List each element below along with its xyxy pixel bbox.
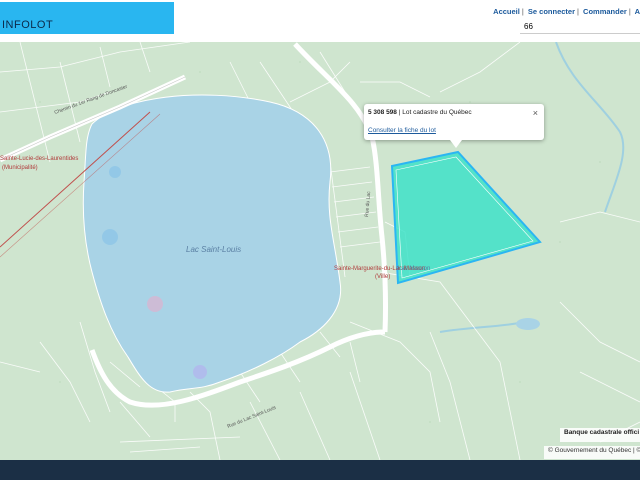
top-navigation: Accueil | Se connecter | Commander | A [493, 7, 640, 16]
town-type-label: (Ville) [375, 274, 390, 280]
nav-a-link[interactable]: A [635, 7, 640, 16]
search-input[interactable] [520, 20, 640, 34]
map-canvas[interactable]: Chemin du 1er Rang de Doncaster Rue du L… [0, 42, 640, 460]
lake-masson-label: Lac Masson [398, 266, 430, 272]
popup-pointer [450, 140, 462, 148]
lot-number: 5 308 598 [368, 109, 397, 116]
nav-commander-link[interactable]: Commander [583, 7, 627, 16]
nav-separator: | [628, 7, 631, 16]
municipality-label: Sainte-Lucie-des-Laurentides [0, 156, 78, 162]
app-header: INFOLOT Accueil | Se connecter | Commander… [0, 0, 640, 42]
copyright-attribution: © Gouvernement du Québec | © [544, 446, 640, 459]
logo-text[interactable]: INFOLOT [2, 19, 53, 31]
pond [516, 318, 540, 330]
map-view[interactable]: Chemin du 1er Rang de Doncaster Rue du L… [0, 42, 640, 460]
footer-bar [0, 460, 640, 480]
close-icon[interactable]: × [533, 108, 538, 118]
nav-separator: | [521, 7, 524, 16]
data-source-attribution: Banque cadastrale offici [560, 428, 640, 442]
nav-se-connecter-link[interactable]: Se connecter [528, 7, 575, 16]
lot-type: | Lot cadastre du Québec [398, 109, 472, 116]
lake-label: Lac Saint-Louis [186, 245, 241, 254]
municipality-type-label: (Municipalité) [2, 165, 38, 171]
lot-info-popup: 5 308 598 | Lot cadastre du Québec × Con… [364, 104, 544, 148]
popup-title: 5 308 598 | Lot cadastre du Québec [368, 109, 472, 116]
nav-separator: | [577, 7, 579, 16]
consulter-fiche-link[interactable]: Consulter la fiche du lot [368, 127, 436, 134]
nav-accueil-link[interactable]: Accueil [493, 7, 520, 16]
